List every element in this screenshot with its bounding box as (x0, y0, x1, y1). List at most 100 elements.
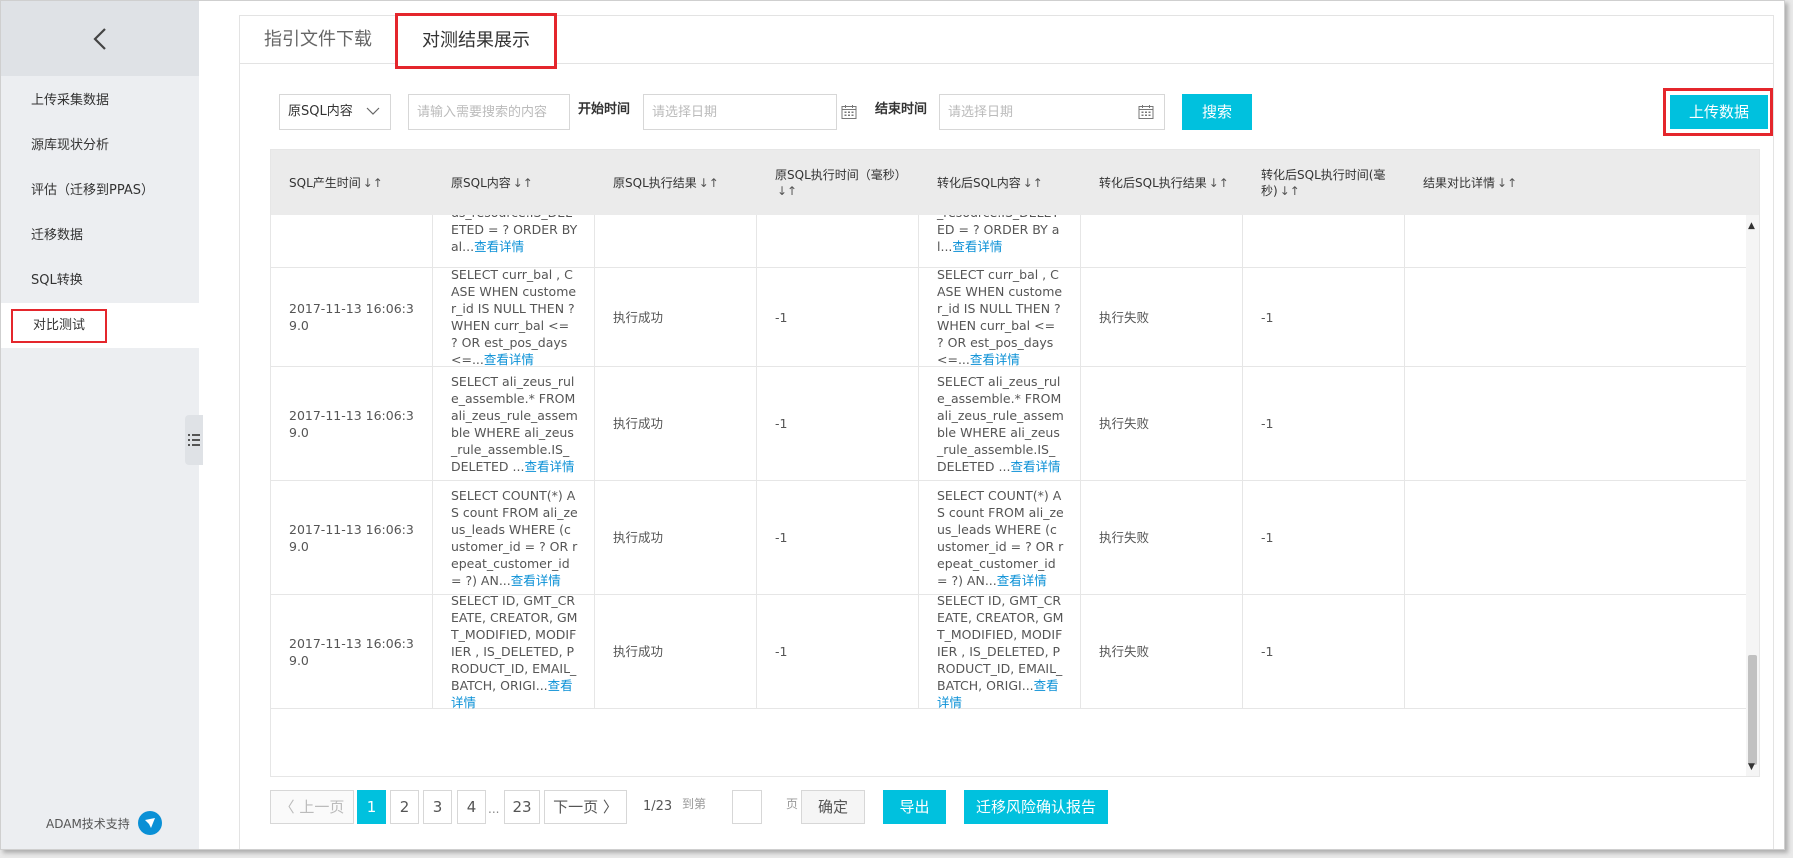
orig-sql-cell: SELECT ali_zeus_rule_assemble.* FROM ali… (433, 367, 595, 480)
column-header-orig-result[interactable]: 原SQL执行结果 ↓↑ (595, 150, 757, 215)
back-button[interactable] (1, 1, 199, 76)
scroll-up-arrow-icon[interactable]: ▲ (1748, 221, 1755, 231)
sidebar-item-label: 源库现状分析 (31, 138, 110, 153)
scrollbar-thumb[interactable] (1748, 655, 1757, 765)
calendar-icon[interactable] (1138, 104, 1154, 120)
sidebar-menu: 上传采集数据 源库现状分析 评估（迁移到PPAS） 迁移数据 SQL转换 对比测… (1, 78, 199, 348)
sidebar-item-compare-test[interactable]: 对比测试 (1, 303, 199, 348)
calendar-icon[interactable] (841, 104, 857, 120)
export-button[interactable]: 导出 (883, 790, 946, 824)
upload-data-button[interactable]: 上传数据 (1670, 95, 1768, 129)
sidebar-item-label: 迁移数据 (31, 228, 84, 243)
view-detail-link[interactable]: 查看详情 (997, 573, 1047, 588)
column-header-orig-sql[interactable]: 原SQL内容 ↓↑ (433, 150, 595, 215)
results-table: SQL产生时间 ↓↑ 原SQL内容 ↓↑ 原SQL执行结果 ↓↑ 原SQL执行时间（毫… (270, 149, 1760, 777)
view-detail-link[interactable]: 查看详情 (970, 352, 1020, 367)
sql-time-cell: 2017-11-13 16:06:39.0 (271, 268, 433, 366)
conv-sql-cell: SELECT ID, GMT_CREATE, CREATOR, GMT_MODI… (919, 593, 1081, 710)
sidebar-item-label: 对比测试 (11, 309, 108, 343)
view-detail-link[interactable]: 查看详情 (1010, 459, 1060, 474)
view-detail-link[interactable]: 查看详情 (474, 239, 524, 254)
sidebar: 上传采集数据 源库现状分析 评估（迁移到PPAS） 迁移数据 SQL转换 对比测… (1, 1, 203, 849)
table-row: 2017-11-13 16:06:39.0 SELECT ID, GMT_CRE… (271, 593, 1748, 710)
column-header-conv-sql[interactable]: 转化后SQL内容 ↓↑ (919, 150, 1081, 215)
goto-page-input[interactable] (732, 790, 762, 824)
search-input[interactable] (408, 94, 570, 130)
table-scrollbar[interactable]: ▲ ▼ (1746, 215, 1759, 776)
orig-time-cell: -1 (757, 481, 919, 594)
view-detail-link[interactable]: 查看详情 (524, 459, 574, 474)
tab-bar: 指引文件下载 对测结果展示 (240, 13, 1773, 69)
column-header-orig-time[interactable]: 原SQL执行时间（毫秒）↓↑ (757, 150, 919, 215)
page-count: 1/23 (643, 799, 673, 814)
table-row: us_resource.IS_DELETED = ? ORDER BY al..… (271, 215, 1748, 268)
list-collapse-icon (188, 434, 200, 446)
sidebar-item-migrate-data[interactable]: 迁移数据 (1, 213, 199, 258)
orig-result-cell: 执行成功 (595, 595, 757, 708)
page-button-3[interactable]: 3 (423, 790, 452, 824)
support-bot-icon (137, 811, 162, 835)
conv-time-cell: -1 (1243, 481, 1405, 594)
main-panel: 指引文件下载 对测结果展示 原SQL内容 开始时间 结束时间 (239, 13, 1774, 849)
table-row: 2017-11-13 16:06:39.0 SELECT COUNT(*) AS… (271, 481, 1748, 595)
sort-icon[interactable]: ↓↑ (777, 184, 797, 198)
compare-cell (1405, 595, 1548, 708)
orig-time-cell: -1 (757, 595, 919, 708)
sort-icon[interactable]: ↓↑ (1209, 175, 1229, 191)
view-detail-link[interactable]: 查看详情 (511, 573, 561, 588)
sort-icon[interactable]: ↓↑ (1497, 175, 1517, 191)
orig-sql-cell: SELECT curr_bal , CASE WHEN customer_id … (433, 267, 595, 367)
sidebar-item-source-analysis[interactable]: 源库现状分析 (1, 123, 199, 168)
orig-result-cell: 执行成功 (595, 268, 757, 366)
column-header-compare[interactable]: 结果对比详情 ↓↑ (1405, 150, 1548, 215)
page-button-2[interactable]: 2 (390, 790, 419, 824)
compare-cell (1405, 268, 1548, 366)
goto-label: 到第 (682, 797, 707, 811)
sort-icon[interactable]: ↓↑ (513, 175, 533, 191)
next-page-button[interactable]: 下一页 〉 (544, 790, 627, 824)
pagination: 〈 上一页 1 2 3 4 ... 23 下一页 〉 1/23 到第 页 确定 … (270, 790, 1670, 824)
page-button-23[interactable]: 23 (504, 790, 540, 824)
sidebar-item-evaluate[interactable]: 评估（迁移到PPAS） (1, 168, 199, 213)
sql-time-cell: 2017-11-13 16:06:39.0 (271, 481, 433, 594)
goto-confirm-button[interactable]: 确定 (801, 790, 865, 824)
conv-result-cell: 执行失败 (1081, 481, 1243, 594)
column-header-sql-time[interactable]: SQL产生时间 ↓↑ (271, 150, 433, 215)
start-date-input[interactable] (643, 94, 837, 130)
page-button-4[interactable]: 4 (457, 790, 486, 824)
tab-test-results[interactable]: 对测结果展示 (395, 13, 557, 69)
sidebar-item-sql-convert[interactable]: SQL转换 (1, 258, 199, 303)
table-row: 2017-11-13 16:06:39.0 SELECT ali_zeus_ru… (271, 367, 1748, 481)
prev-page-button[interactable]: 〈 上一页 (270, 790, 354, 824)
compare-cell (1405, 481, 1548, 594)
end-date-input[interactable] (939, 94, 1165, 130)
chevron-down-icon (366, 107, 380, 115)
search-button[interactable]: 搜索 (1182, 94, 1252, 130)
sidebar-collapse-toggle[interactable] (185, 415, 203, 465)
page-button-1[interactable]: 1 (357, 790, 386, 824)
chevron-right-icon: 〉 (598, 798, 618, 816)
scroll-down-arrow-icon[interactable]: ▼ (1748, 762, 1755, 772)
conv-time-cell: -1 (1243, 595, 1405, 708)
conv-sql-cell: SELECT curr_bal , CASE WHEN customer_id … (919, 267, 1081, 367)
table-body: us_resource.IS_DELETED = ? ORDER BY al..… (271, 215, 1748, 710)
table-header: SQL产生时间 ↓↑ 原SQL内容 ↓↑ 原SQL执行结果 ↓↑ 原SQL执行时间（毫… (271, 150, 1759, 215)
view-detail-link[interactable]: 查看详情 (484, 352, 534, 367)
column-header-conv-time[interactable]: 转化后SQL执行时间(毫秒) ↓↑ (1243, 150, 1405, 215)
tech-support-label: ADAM技术支持 (46, 816, 130, 831)
sidebar-item-label: 上传采集数据 (31, 93, 110, 108)
sort-icon[interactable]: ↓↑ (1023, 175, 1043, 191)
field-select[interactable]: 原SQL内容 (279, 94, 391, 130)
sidebar-item-label: 评估（迁移到PPAS） (31, 183, 154, 198)
sort-icon[interactable]: ↓↑ (1280, 184, 1300, 198)
tab-guide-download[interactable]: 指引文件下载 (264, 16, 372, 64)
risk-report-button[interactable]: 迁移风险确认报告 (964, 790, 1108, 824)
sidebar-item-upload-collect[interactable]: 上传采集数据 (1, 78, 199, 123)
column-header-conv-result[interactable]: 转化后SQL执行结果 ↓↑ (1081, 150, 1243, 215)
tech-support-link[interactable]: ADAM技术支持 (46, 811, 162, 835)
view-detail-link[interactable]: 查看详情 (952, 239, 1002, 254)
sort-icon[interactable]: ↓↑ (363, 175, 383, 191)
conv-sql-cell: _resource.IS_DELETED = ? ORDER BY al...查… (919, 215, 1081, 267)
upload-button-highlight: 上传数据 (1663, 88, 1773, 136)
sort-icon[interactable]: ↓↑ (699, 175, 719, 191)
